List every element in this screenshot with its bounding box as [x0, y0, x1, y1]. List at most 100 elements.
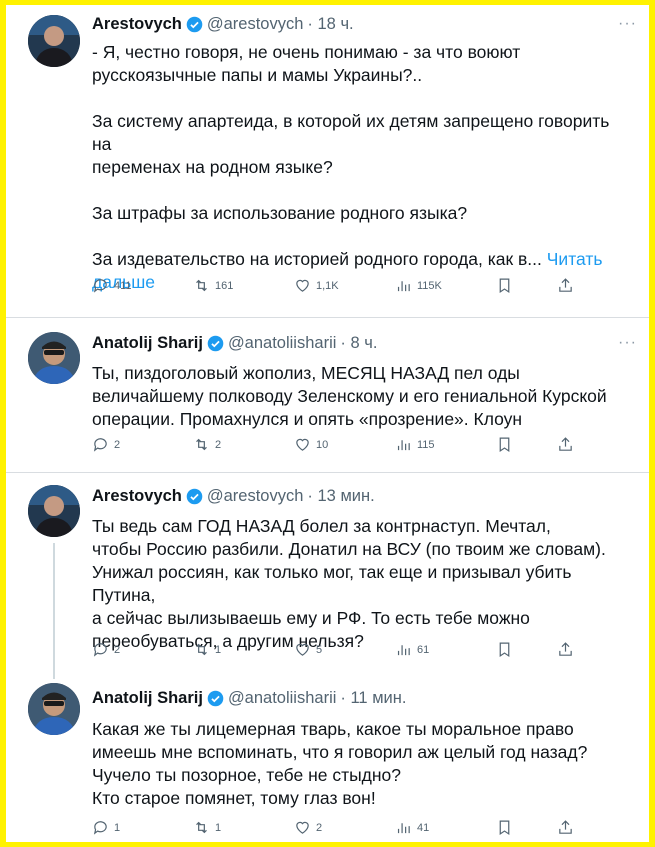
retweet-button[interactable]: 161 [193, 277, 273, 294]
views-icon [397, 645, 410, 656]
share-button[interactable] [557, 641, 597, 658]
tweet-header: Anatolij Sharij @anatoliisharii · 8 ч. [92, 334, 377, 353]
share-icon [559, 642, 572, 656]
avatar[interactable] [28, 332, 80, 384]
author-name[interactable]: Anatolij Sharij [92, 689, 203, 708]
author-handle[interactable]: @arestovych [207, 487, 304, 506]
tweet-text: Ты ведь сам ГОД НАЗАД болел за контрнаст… [92, 516, 606, 651]
bookmark-button[interactable] [496, 819, 536, 836]
bookmark-button[interactable] [496, 436, 536, 453]
views-count: 115 [417, 438, 435, 451]
reply-button[interactable]: 2 [92, 641, 172, 658]
like-count: 2 [316, 821, 323, 834]
reply-icon [93, 643, 107, 657]
retweet-count: 161 [215, 279, 234, 292]
bookmark-button[interactable] [496, 641, 536, 658]
share-icon [559, 278, 572, 292]
reply-icon [93, 279, 107, 293]
verified-badge-icon [186, 488, 203, 505]
heart-icon [296, 821, 309, 834]
bookmark-icon [499, 642, 510, 658]
tweet-text: Ты, пиздоголовый жополиз, МЕСЯЦ НАЗАД пе… [92, 363, 607, 429]
views-button[interactable]: 115K [395, 277, 475, 294]
views-icon [397, 440, 410, 451]
avatar[interactable] [28, 15, 80, 67]
share-button[interactable] [557, 819, 597, 836]
share-icon [559, 820, 572, 834]
avatar[interactable] [28, 683, 80, 735]
views-button[interactable]: 41 [395, 819, 475, 836]
reply-count: 2 [114, 438, 121, 451]
tweet-header: Anatolij Sharij @anatoliisharii · 11 мин… [92, 689, 406, 708]
retweet-icon [196, 821, 207, 834]
author-handle[interactable]: @arestovych [207, 15, 304, 34]
tweet-header: Arestovych @arestovych · 18 ч. [92, 15, 354, 34]
tweet[interactable]: Anatolij Sharij @anatoliisharii · 8 ч. ·… [6, 318, 649, 472]
like-count: 10 [316, 438, 329, 451]
bookmark-icon [499, 820, 510, 836]
bookmark-icon [499, 437, 510, 453]
share-button[interactable] [557, 436, 597, 453]
thread-line [53, 543, 55, 679]
reply-button[interactable]: 1 [92, 819, 172, 836]
tweet-header: Arestovych @arestovych · 13 мин. [92, 487, 375, 506]
retweet-count: 1 [215, 643, 222, 656]
like-button[interactable]: 2 [294, 819, 374, 836]
retweet-button[interactable]: 2 [193, 436, 273, 453]
views-button[interactable]: 115 [395, 436, 475, 453]
like-button[interactable]: 5 [294, 641, 374, 658]
author-name[interactable]: Arestovych [92, 487, 182, 506]
reply-button[interactable]: 2 [92, 436, 172, 453]
views-button[interactable]: 61 [395, 641, 475, 658]
like-button[interactable]: 1,1K [294, 277, 374, 294]
timestamp[interactable]: · 18 ч. [307, 15, 353, 34]
timestamp[interactable]: · 13 мин. [307, 487, 374, 506]
reply-icon [93, 438, 107, 452]
bookmark-button[interactable] [496, 277, 536, 294]
more-options-icon[interactable]: ··· [618, 334, 637, 352]
heart-icon [296, 643, 309, 656]
heart-icon [296, 279, 309, 292]
reply-count: 411 [114, 279, 132, 292]
tweet-actions: 2 2 10 115 [92, 436, 597, 453]
tweet-actions: 2 1 5 61 [92, 641, 597, 658]
retweet-icon [196, 279, 207, 292]
author-handle[interactable]: @anatoliisharii [228, 334, 336, 353]
retweet-icon [196, 643, 207, 656]
retweet-button[interactable]: 1 [193, 641, 273, 658]
views-icon [397, 823, 410, 834]
reply-count: 2 [114, 643, 121, 656]
views-count: 61 [417, 643, 430, 656]
tweet[interactable]: Arestovych @arestovych · 13 мин. Ты ведь… [6, 473, 649, 679]
bookmark-icon [499, 278, 510, 294]
views-count: 115K [417, 279, 442, 292]
views-count: 41 [417, 821, 430, 834]
author-name[interactable]: Anatolij Sharij [92, 334, 203, 353]
author-name[interactable]: Arestovych [92, 15, 182, 34]
share-icon [559, 437, 572, 451]
timestamp[interactable]: · 8 ч. [340, 334, 377, 353]
verified-badge-icon [186, 16, 203, 33]
retweet-count: 1 [215, 821, 222, 834]
like-count: 1,1K [316, 279, 339, 292]
reply-button[interactable]: 411 [92, 277, 172, 294]
like-button[interactable]: 10 [294, 436, 374, 453]
timestamp[interactable]: · 11 мин. [340, 689, 406, 708]
tweet[interactable]: Anatolij Sharij @anatoliisharii · 11 мин… [6, 673, 649, 842]
retweet-icon [196, 438, 207, 451]
retweet-button[interactable]: 1 [193, 819, 273, 836]
tweet[interactable]: Arestovych @arestovych · 18 ч. ··· - Я, … [6, 5, 649, 317]
tweet-text: Какая же ты лицемерная тварь, какое ты м… [92, 719, 588, 808]
share-button[interactable] [557, 277, 597, 294]
tweet-actions: 1 1 2 41 [92, 819, 597, 836]
more-options-icon[interactable]: ··· [618, 15, 637, 33]
tweet-text: - Я, честно говоря, не очень понимаю - з… [92, 42, 610, 292]
like-count: 5 [316, 643, 323, 656]
author-handle[interactable]: @anatoliisharii [228, 689, 336, 708]
heart-icon [296, 438, 309, 451]
retweet-count: 2 [215, 438, 222, 451]
tweet-actions: 411 161 1,1K 115K [92, 277, 597, 294]
views-icon [397, 281, 410, 292]
avatar[interactable] [28, 485, 80, 537]
tweet-thread: Arestovych @arestovych · 18 ч. ··· - Я, … [6, 5, 649, 842]
